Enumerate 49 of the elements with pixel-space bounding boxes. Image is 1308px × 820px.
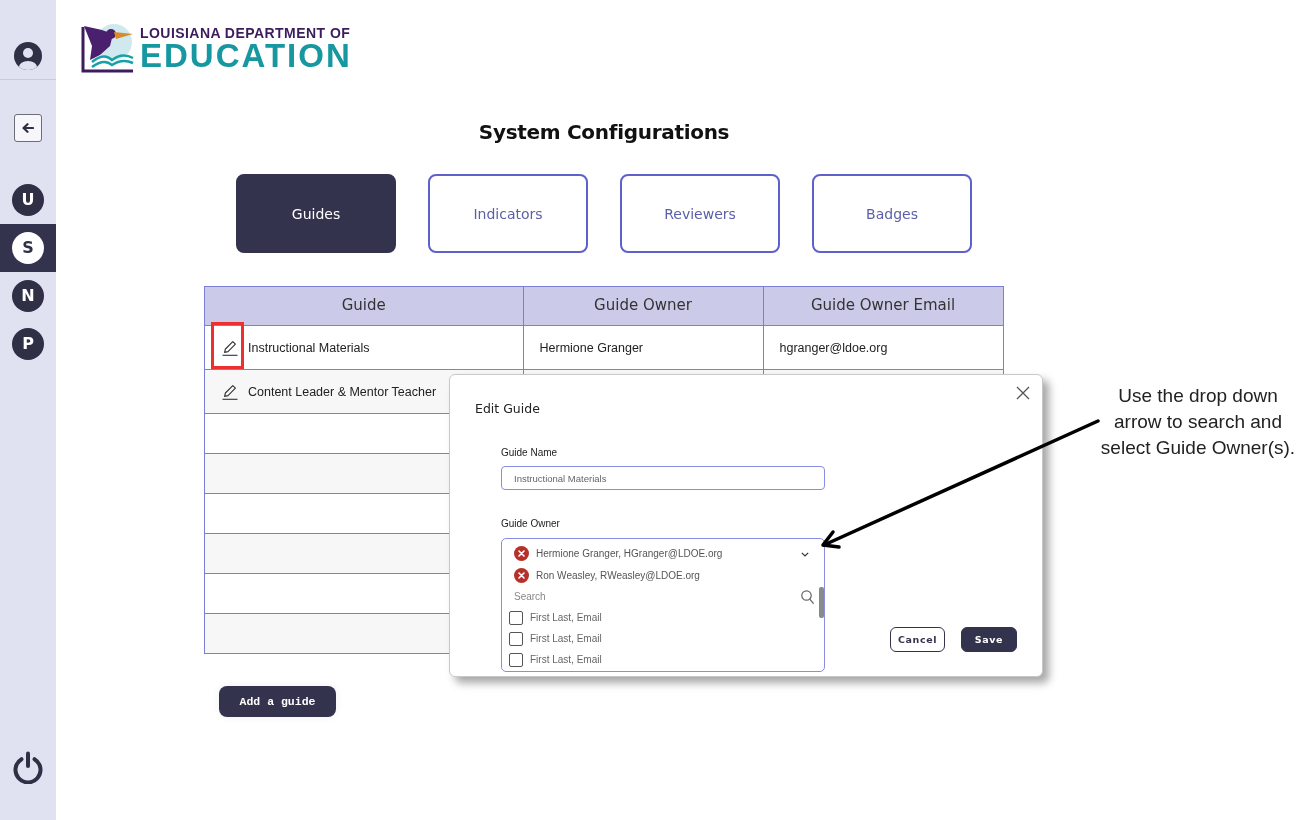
option-label[interactable]: First Last, Email <box>530 612 602 623</box>
remove-icon[interactable] <box>514 567 529 583</box>
field-label: Guide Name <box>501 447 558 459</box>
table-cell: Instructional Materials <box>248 340 370 355</box>
power-icon[interactable] <box>12 751 44 784</box>
table-cell: Hermione Granger <box>539 340 643 355</box>
logo-top-line: LOUISIANA DEPARTMENT OF <box>140 25 351 41</box>
add-guide-button[interactable]: Add a guide <box>219 686 336 717</box>
bird-book-icon <box>80 22 134 74</box>
edit-icon[interactable] <box>222 383 238 400</box>
selected-owner: Hermione Granger, HGranger@LDOE.org <box>536 547 723 559</box>
selected-owner: Ron Weasley, RWeasley@LDOE.org <box>536 569 700 581</box>
table-cell: Content Leader & Mentor Teacher <box>248 384 437 399</box>
field-label: Guide Owner <box>501 518 560 530</box>
checkbox[interactable] <box>509 631 523 646</box>
tab[interactable]: Guides <box>236 174 396 253</box>
nav-button[interactable]: U <box>12 184 44 216</box>
column-header: Guide <box>205 287 524 326</box>
page-title: System Configurations <box>478 120 730 144</box>
logo-wordmark: EDUCATION <box>140 41 352 71</box>
close-icon[interactable] <box>1016 386 1030 400</box>
option-label[interactable]: First Last, Email <box>530 654 602 665</box>
search-icon[interactable] <box>801 589 814 604</box>
column-header: Guide Owner <box>523 287 764 326</box>
guide-name-field[interactable]: Instructional Materials <box>501 466 825 490</box>
guide-owner-multiselect[interactable]: Hermione Granger, HGranger@LDOE.org Ron Weasley, RWeasley@LDOE.org Search First Last, Email First Last, Email First Last, Email <box>501 538 825 672</box>
left-arrow-icon <box>22 123 34 133</box>
nav-button[interactable]: N <box>12 280 44 312</box>
chevron-down-icon[interactable] <box>801 552 809 557</box>
tab[interactable]: Reviewers <box>620 174 780 253</box>
checkbox[interactable] <box>509 610 523 625</box>
cancel-button[interactable]: Cancel <box>890 627 945 652</box>
user-icon[interactable] <box>14 42 42 70</box>
search-field[interactable]: Search <box>514 591 801 602</box>
column-header: Guide Owner Email <box>763 287 1004 326</box>
checkbox[interactable] <box>509 652 523 667</box>
dialog-title: Edit Guide <box>475 401 540 416</box>
tab[interactable]: Badges <box>812 174 972 253</box>
remove-icon[interactable] <box>514 545 529 561</box>
nav-button[interactable]: P <box>12 328 44 360</box>
option-label[interactable]: First Last, Email <box>530 633 602 644</box>
callout-text: Use the drop down arrow to search and select Guide Owner(s). <box>1099 384 1297 460</box>
back-button[interactable] <box>14 114 42 142</box>
tab[interactable]: Indicators <box>428 174 588 253</box>
edit-icon[interactable] <box>222 339 238 356</box>
save-button[interactable]: Save <box>961 627 1017 652</box>
nav-button[interactable]: S <box>12 232 44 264</box>
table-cell: hgranger@ldoe.org <box>779 340 888 355</box>
scrollbar-thumb[interactable] <box>819 587 824 618</box>
